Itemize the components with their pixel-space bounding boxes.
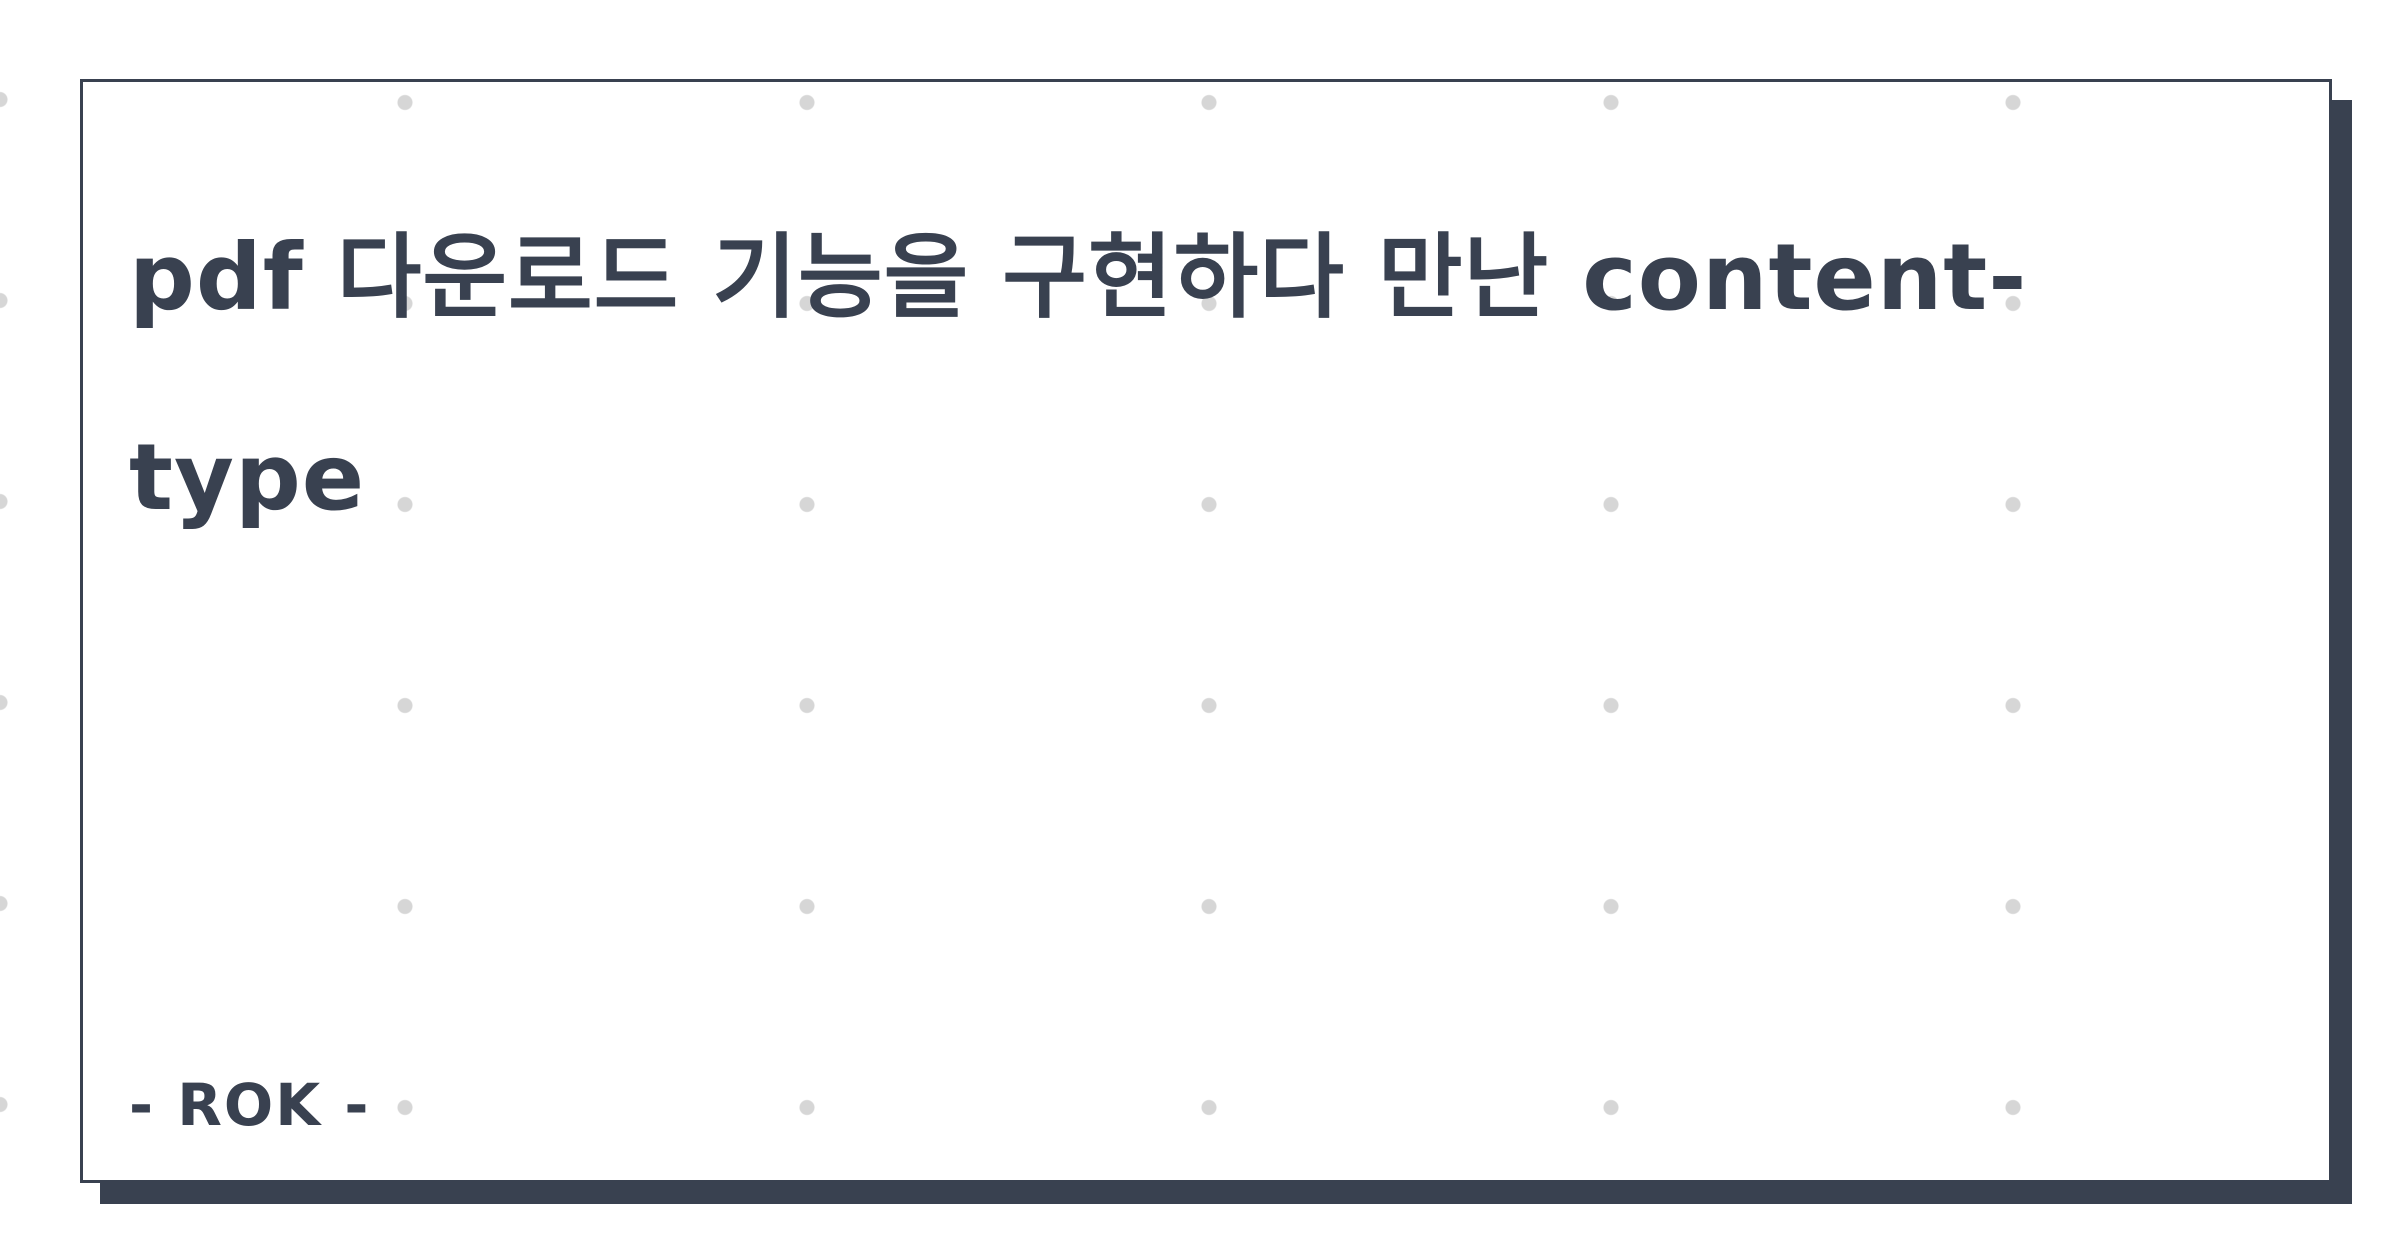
title-card: pdf 다운로드 기능을 구현하다 만난 content-type - ROK … — [80, 79, 2332, 1183]
post-title: pdf 다운로드 기능을 구현하다 만난 content-type — [129, 224, 2028, 531]
author-signature: - ROK - — [129, 1071, 371, 1139]
